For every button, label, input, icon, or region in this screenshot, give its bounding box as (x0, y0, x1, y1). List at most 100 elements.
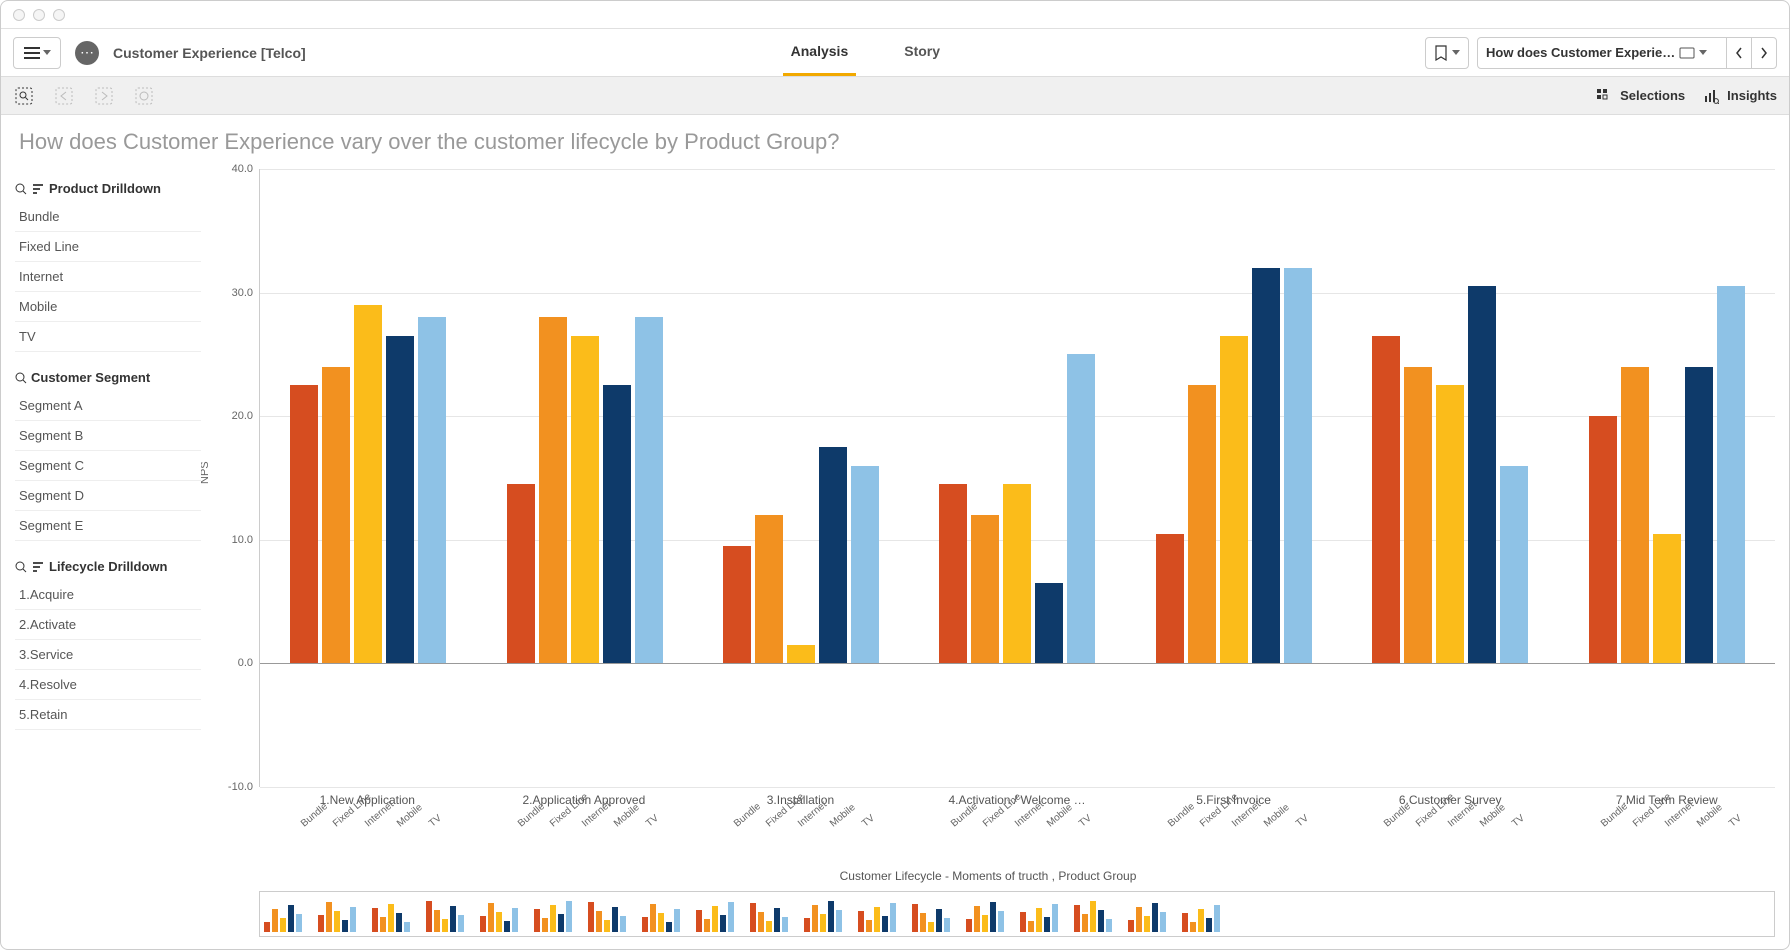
mini-bar (612, 907, 618, 932)
bar[interactable] (1685, 367, 1713, 664)
bar[interactable] (1372, 336, 1400, 664)
mini-bar (1020, 912, 1026, 932)
filter-item[interactable]: 4.Resolve (15, 670, 201, 700)
mini-bar (450, 906, 456, 932)
filter-item[interactable]: 3.Service (15, 640, 201, 670)
x-subcategory-row: BundleFixed LineInternetMobileTVBundleFi… (201, 807, 1775, 861)
filter-segment-header[interactable]: Customer Segment (15, 364, 201, 391)
next-sheet-button[interactable] (1751, 37, 1777, 69)
bar[interactable] (939, 484, 967, 663)
sheet-selector[interactable]: How does Customer Experie… (1477, 37, 1727, 69)
selections-button[interactable]: Selections (1596, 88, 1685, 104)
mini-bar (550, 905, 556, 932)
main-menu-button[interactable] (13, 37, 61, 69)
bar[interactable] (354, 305, 382, 663)
bar[interactable] (1252, 268, 1280, 664)
bar-group (1126, 169, 1342, 787)
bar[interactable] (418, 317, 446, 663)
bar[interactable] (1284, 268, 1312, 664)
clear-selections-button[interactable] (133, 85, 155, 107)
bar[interactable] (1067, 354, 1095, 663)
bar[interactable] (1220, 336, 1248, 664)
mini-bar (1152, 903, 1158, 932)
bar[interactable] (635, 317, 663, 663)
bar[interactable] (723, 546, 751, 663)
filter-item[interactable]: Segment B (15, 421, 201, 451)
chart-area[interactable]: NPS -10.00.010.020.030.040.0 (201, 169, 1775, 787)
bar[interactable] (603, 385, 631, 663)
bar[interactable] (787, 645, 815, 664)
bar[interactable] (1621, 367, 1649, 664)
chart-plot[interactable] (259, 169, 1775, 787)
tab-analysis[interactable]: Analysis (783, 29, 857, 76)
filter-item[interactable]: Segment E (15, 511, 201, 541)
tab-story[interactable]: Story (896, 29, 948, 76)
filter-item[interactable]: Internet (15, 262, 201, 292)
bar[interactable] (1003, 484, 1031, 663)
mini-bar (442, 919, 448, 932)
filter-item[interactable]: Segment A (15, 391, 201, 421)
filter-lifecycle-header[interactable]: Lifecycle Drilldown (15, 553, 201, 580)
bar[interactable] (1188, 385, 1216, 663)
mini-bar (936, 909, 942, 932)
mini-group (750, 903, 788, 932)
bar[interactable] (1500, 466, 1528, 664)
mini-bar (1098, 910, 1104, 932)
filter-item[interactable]: 2.Activate (15, 610, 201, 640)
bar[interactable] (1653, 534, 1681, 664)
filter-item[interactable]: 1.Acquire (15, 580, 201, 610)
bar[interactable] (322, 367, 350, 664)
mini-bar (674, 909, 680, 932)
bar[interactable] (1468, 286, 1496, 663)
bar[interactable] (1156, 534, 1184, 664)
filter-product-header[interactable]: Product Drilldown (15, 175, 201, 202)
mini-bar (836, 910, 842, 932)
bookmark-button[interactable] (1425, 37, 1469, 69)
minimize-dot[interactable] (33, 9, 45, 21)
bar[interactable] (851, 466, 879, 664)
mini-bar (750, 903, 756, 932)
clear-icon (135, 87, 153, 105)
smart-search-button[interactable] (13, 85, 35, 107)
mini-bar (696, 910, 702, 932)
zoom-dot[interactable] (53, 9, 65, 21)
gridline (260, 787, 1775, 788)
x-category-row: 1.New Application2.Application Approved3… (201, 787, 1775, 807)
bar[interactable] (755, 515, 783, 663)
prev-sheet-button[interactable] (1726, 37, 1752, 69)
step-back-button[interactable] (53, 85, 75, 107)
bar[interactable] (1717, 286, 1745, 663)
mini-bar (874, 907, 880, 932)
bar[interactable] (571, 336, 599, 664)
filter-item[interactable]: TV (15, 322, 201, 352)
filter-item[interactable]: 5.Retain (15, 700, 201, 730)
filter-item[interactable]: Bundle (15, 202, 201, 232)
mini-group (858, 903, 896, 932)
bar[interactable] (290, 385, 318, 663)
bar[interactable] (1589, 416, 1617, 663)
filter-item[interactable]: Fixed Line (15, 232, 201, 262)
bar[interactable] (1404, 367, 1432, 664)
selections-label: Selections (1620, 88, 1685, 103)
bar[interactable] (1436, 385, 1464, 663)
mini-bar (1144, 916, 1150, 932)
mini-group (264, 905, 302, 932)
mini-bar (434, 910, 440, 932)
step-forward-button[interactable] (93, 85, 115, 107)
bar[interactable] (507, 484, 535, 663)
bar[interactable] (971, 515, 999, 663)
insights-button[interactable]: Insights (1703, 88, 1777, 104)
bar[interactable] (539, 317, 567, 663)
filter-item[interactable]: Segment D (15, 481, 201, 511)
chevron-left-icon (1735, 47, 1743, 59)
mini-bar (288, 905, 294, 932)
bar[interactable] (386, 336, 414, 664)
filter-item[interactable]: Segment C (15, 451, 201, 481)
filter-item[interactable]: Mobile (15, 292, 201, 322)
x-sub-group: BundleFixed LineInternetMobileTV (909, 807, 1126, 861)
bar[interactable] (819, 447, 847, 663)
close-dot[interactable] (13, 9, 25, 21)
chart-mini-scrollbar[interactable] (259, 891, 1775, 937)
y-tick: 10.0 (232, 534, 253, 546)
bar[interactable] (1035, 583, 1063, 663)
